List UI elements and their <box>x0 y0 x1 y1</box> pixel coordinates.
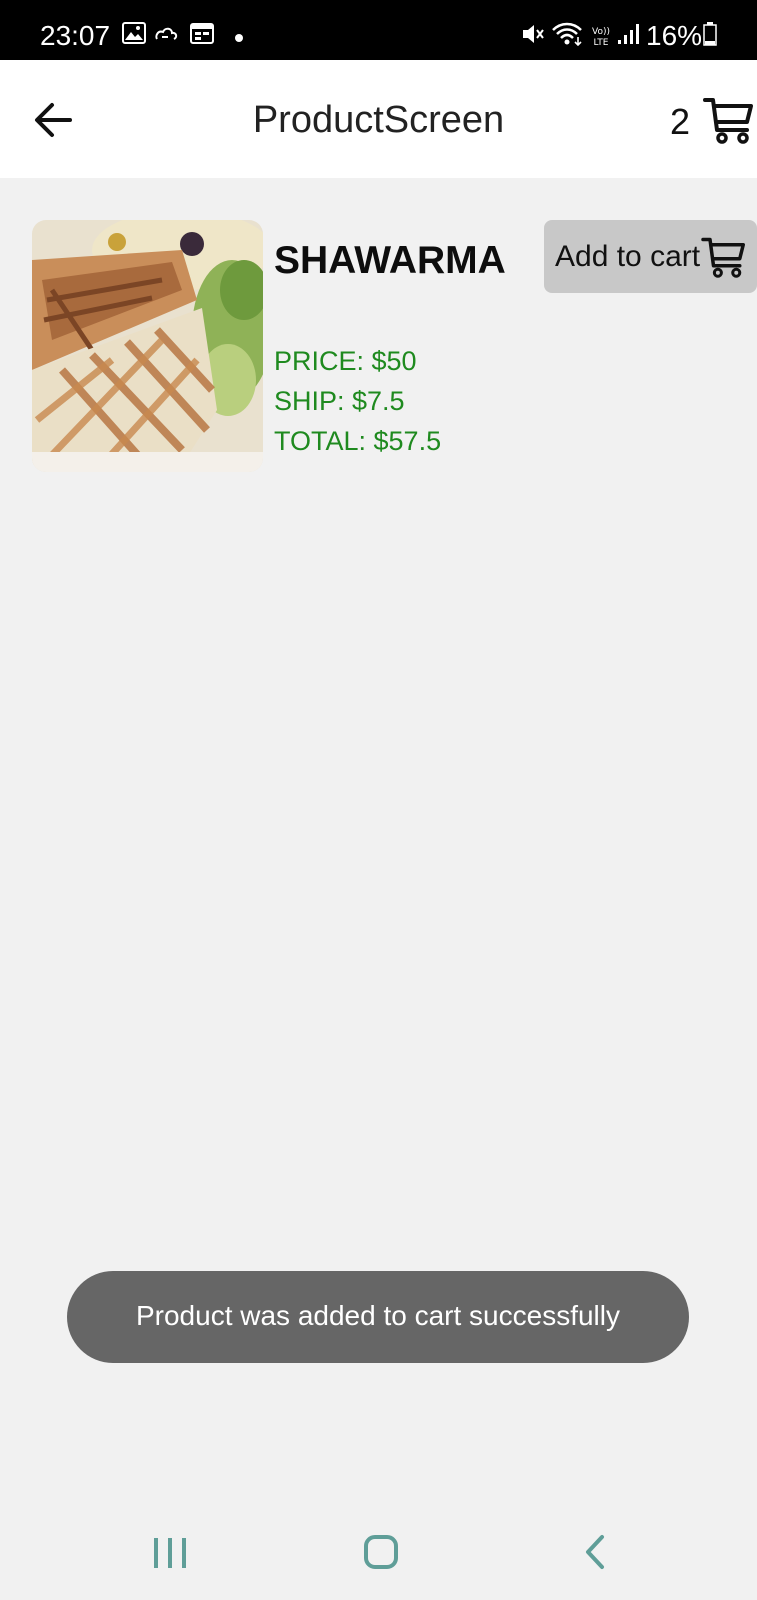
cart-icon <box>703 98 755 148</box>
recent-apps-icon <box>135 1538 205 1580</box>
product-total: TOTAL: $57.5 <box>274 426 442 456</box>
system-nav-bar <box>0 1500 757 1600</box>
shawarma-photo <box>32 220 263 472</box>
header-cart-button[interactable] <box>703 96 755 144</box>
product-price: PRICE: $50 <box>274 346 417 376</box>
system-back-button[interactable] <box>560 1526 630 1576</box>
add-to-cart-label: Add to cart <box>555 240 701 273</box>
volte-icon: Vo)) LTE <box>589 24 613 53</box>
wifi-icon <box>551 22 585 51</box>
battery-percent: 16% <box>646 20 703 51</box>
svg-text:LTE: LTE <box>594 38 609 48</box>
mute-icon <box>521 22 547 51</box>
arrow-left-icon <box>30 103 82 156</box>
home-button[interactable] <box>346 1526 416 1576</box>
signal-icon <box>616 22 640 51</box>
battery-icon <box>703 22 717 51</box>
status-time: 23:07 <box>40 20 111 51</box>
gallery-icon <box>122 22 146 49</box>
cart-count-badge: 2 <box>670 101 691 142</box>
svg-text:Vo)): Vo)) <box>592 27 610 37</box>
dot-icon <box>234 30 244 48</box>
cloud-icon <box>154 26 180 47</box>
back-button[interactable] <box>30 88 82 152</box>
back-icon <box>560 1535 630 1580</box>
status-bar: 23:07 Vo)) LTE 16% <box>0 0 757 60</box>
calendar-icon <box>190 22 214 49</box>
cart-icon <box>701 236 747 283</box>
add-to-cart-button[interactable]: Add to cart <box>544 220 757 293</box>
recent-apps-button[interactable] <box>135 1526 205 1576</box>
product-image <box>32 220 263 472</box>
home-icon <box>346 1535 416 1580</box>
page-title: ProductScreen <box>252 99 505 141</box>
product-shipping: SHIP: $7.5 <box>274 386 405 416</box>
app-bar: ProductScreen 2 <box>0 60 757 178</box>
toast-message: Product was added to cart successfully <box>67 1271 689 1363</box>
product-name: SHAWARMA <box>274 239 506 282</box>
toast-text: Product was added to cart successfully <box>135 1300 620 1331</box>
